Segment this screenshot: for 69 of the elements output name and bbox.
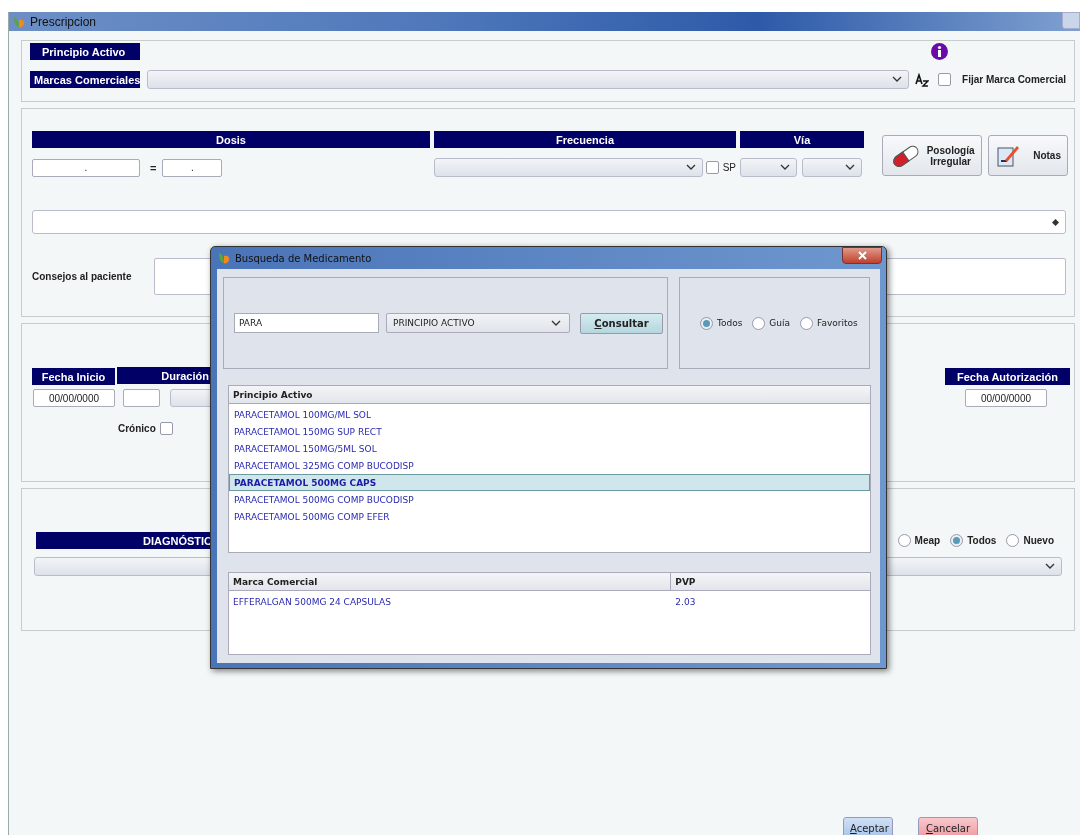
- accept-button[interactable]: Aceptar: [843, 817, 893, 835]
- radio-label: Guía: [769, 318, 791, 328]
- field-label: Consejos al paciente: [32, 271, 132, 282]
- table-row[interactable]: PARACETAMOL 500MG COMP EFER: [229, 508, 870, 525]
- cancel-button[interactable]: Cancelar: [918, 817, 978, 835]
- close-icon: [857, 251, 867, 260]
- input-field[interactable]: [32, 210, 1066, 234]
- posologia-button[interactable]: Posología Irregular: [882, 135, 982, 176]
- input-field[interactable]: .: [162, 158, 223, 177]
- radio-label: Favoritos: [817, 318, 858, 328]
- info-icon: [931, 43, 948, 60]
- radio-label: Meap: [914, 535, 941, 546]
- checkbox[interactable]: [705, 161, 719, 174]
- column-header: Duración: [117, 367, 212, 384]
- radio-label: Todos: [967, 535, 997, 546]
- checkbox[interactable]: [159, 422, 173, 435]
- dialog-title: Busqueda de Medicamento: [235, 252, 372, 264]
- radio-button[interactable]: [800, 316, 814, 330]
- radio-button[interactable]: [897, 534, 911, 547]
- consult-button[interactable]: Consultar: [580, 312, 663, 334]
- dropdown[interactable]: PRINCIPIO ACTIVO: [386, 313, 570, 333]
- table-row[interactable]: PARACETAMOL 325MG COMP BUCODISP: [229, 457, 870, 474]
- checkbox[interactable]: [938, 73, 952, 86]
- notes-button[interactable]: Notas: [988, 135, 1068, 176]
- column-header: Fecha Inicio: [32, 368, 115, 385]
- checkbox-label: Crónico: [118, 423, 156, 434]
- date-field[interactable]: 00/00/0000: [965, 389, 1047, 407]
- radio-button[interactable]: [699, 316, 713, 330]
- checkbox-label: Fijar Marca Comercial: [962, 74, 1066, 85]
- date-field[interactable]: 00/00/0000: [33, 389, 115, 407]
- diamond-icon: [1052, 218, 1059, 226]
- leaf-logo-icon: [12, 14, 26, 29]
- column-header: Frecuencia: [434, 131, 736, 148]
- sort-az-icon: [915, 72, 930, 87]
- input-field[interactable]: .: [32, 158, 140, 177]
- chevron-down-icon: [845, 164, 855, 171]
- table-cell-text: 2.03: [674, 596, 697, 607]
- input-field[interactable]: [123, 389, 160, 407]
- column-header: PVP: [670, 573, 870, 590]
- chevron-down-icon: [780, 164, 790, 171]
- window-title: Prescripcion: [30, 14, 97, 29]
- column-header: Principio Activo: [232, 388, 313, 402]
- leaf-logo-icon: [217, 251, 231, 265]
- column-header: Marca Comercial: [232, 575, 319, 589]
- chevron-down-icon: [551, 319, 561, 327]
- field-label: Marcas Comerciales: [30, 71, 140, 88]
- radio-label: Todos: [716, 318, 743, 328]
- chevron-down-icon: [1045, 563, 1055, 570]
- column-header: Fecha Autorización: [945, 368, 1070, 385]
- column-header: Vía: [740, 131, 864, 148]
- radio-button[interactable]: [1006, 534, 1020, 547]
- table-row[interactable]: PARACETAMOL 100MG/ML SOL: [229, 406, 870, 423]
- column-header: Dosis: [32, 131, 430, 148]
- checkbox-label: SP: [722, 162, 736, 173]
- table-row[interactable]: PARACETAMOL 150MG/5ML SOL: [229, 440, 870, 457]
- equals-sign: =: [150, 161, 157, 174]
- table-row[interactable]: PARACETAMOL 500MG CAPS: [229, 474, 870, 491]
- chevron-down-icon: [685, 164, 696, 171]
- radio-button[interactable]: [752, 316, 766, 330]
- table-row[interactable]: PARACETAMOL 500MG COMP BUCODISP: [229, 491, 870, 508]
- search-field[interactable]: PARA: [234, 313, 379, 333]
- radio-label: Nuevo: [1023, 535, 1054, 546]
- close-button[interactable]: [842, 247, 882, 264]
- chevron-down-icon: [892, 76, 903, 83]
- field-label: Principio Activo: [30, 43, 140, 60]
- column-header: DIAGNÓSTIC: [36, 532, 212, 549]
- radio-button[interactable]: [950, 534, 964, 547]
- table-row[interactable]: PARACETAMOL 150MG SUP RECT: [229, 423, 870, 440]
- table-cell-text: EFFERALGAN 500MG 24 CAPSULAS: [232, 596, 392, 607]
